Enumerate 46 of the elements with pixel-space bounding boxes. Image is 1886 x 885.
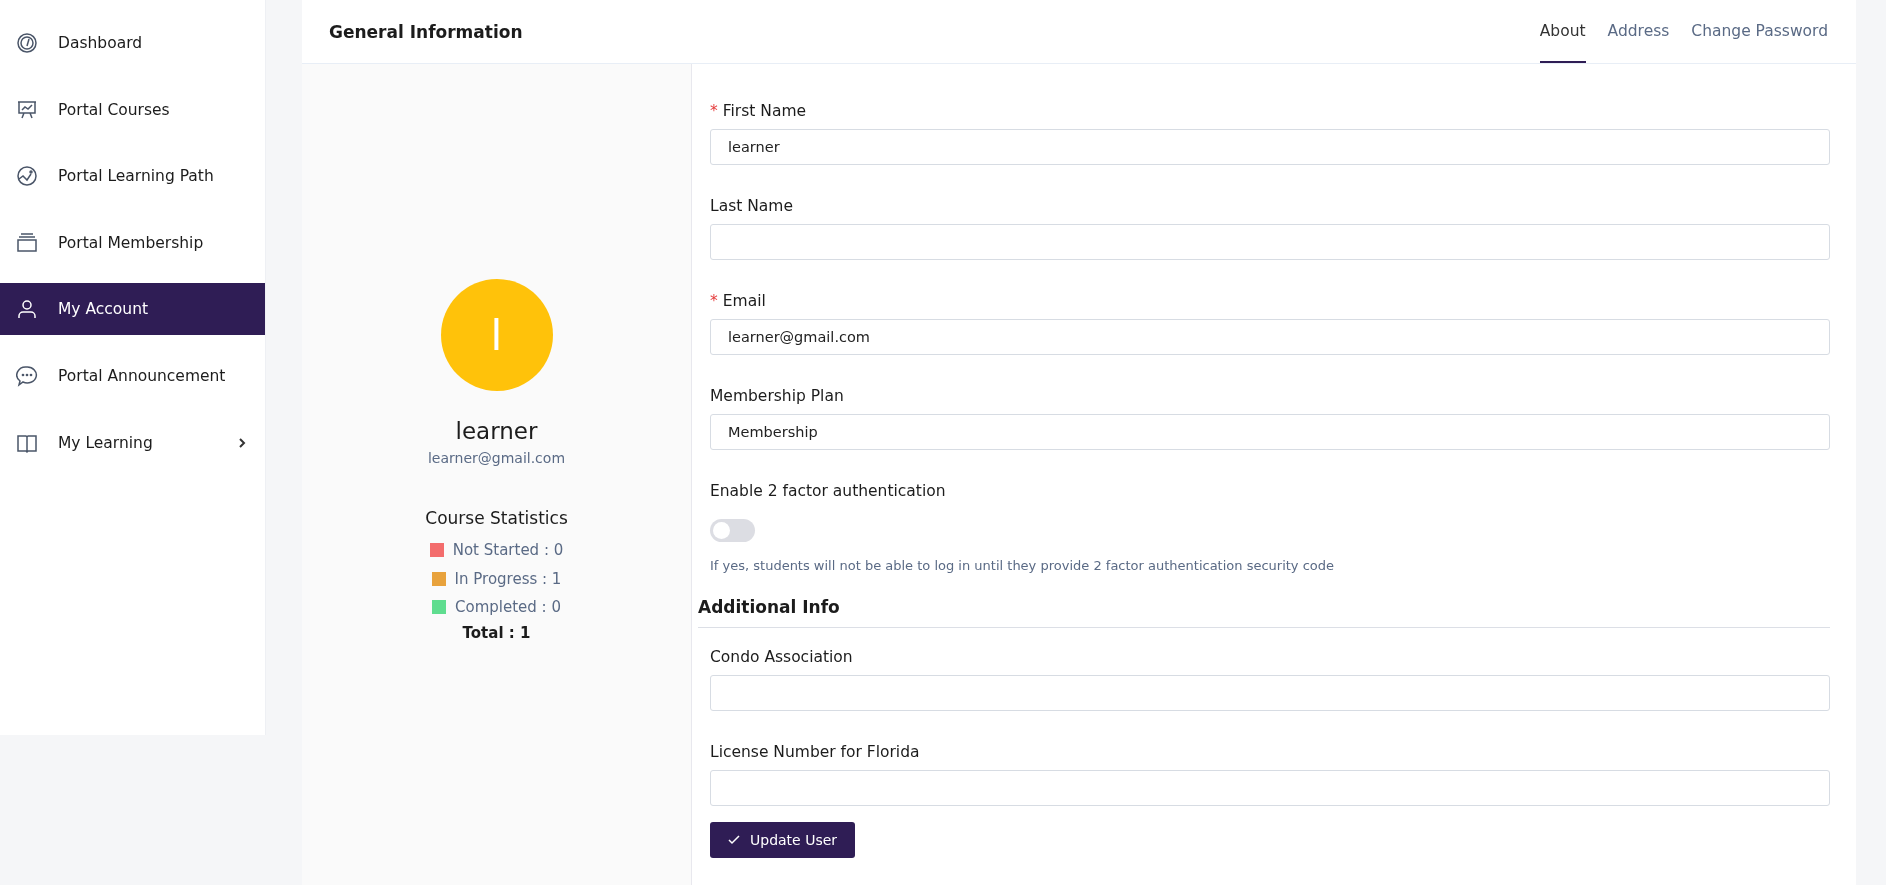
required-mark: * — [710, 292, 718, 310]
user-icon — [16, 298, 38, 321]
field-label: Email — [722, 292, 766, 310]
page-title: General Information — [329, 21, 523, 42]
stat-label: In Progress : 1 — [454, 569, 562, 588]
input-field[interactable]: Membership — [710, 414, 1830, 450]
tab[interactable]: Address — [1607, 0, 1670, 63]
stats-total: Total : 1 — [462, 623, 531, 642]
field-label: Enable 2 factor authentication — [710, 482, 947, 500]
nav-item[interactable]: My Account — [0, 283, 265, 336]
checkmark-icon — [728, 834, 740, 846]
user-email: learner@gmail.com — [427, 450, 566, 466]
field-label: Condo Association — [710, 648, 853, 666]
stats-title: Course Statistics — [425, 508, 568, 528]
required-mark: * — [710, 102, 718, 120]
chevron-icon — [237, 437, 247, 448]
input-field[interactable] — [710, 770, 1830, 806]
section-title: Additional Info — [698, 597, 1830, 628]
stacked-cards-icon — [16, 231, 38, 254]
input-field[interactable]: learner — [710, 129, 1830, 165]
input-field[interactable] — [710, 224, 1830, 260]
nav-item[interactable]: My Learning — [0, 416, 265, 469]
chat-bubble-icon — [16, 364, 38, 387]
stat-label: Not Started : 0 — [452, 541, 564, 560]
stat-label: Completed : 0 — [455, 598, 561, 617]
nav-item[interactable]: Dashboard — [0, 17, 265, 69]
field-label: First Name — [722, 102, 807, 120]
nav-item[interactable]: Portal Membership — [0, 216, 265, 269]
avatar: l — [440, 279, 553, 391]
field-label: Last Name — [710, 197, 793, 215]
update-user-button[interactable]: Update User — [710, 822, 856, 858]
nav-item[interactable]: Portal Learning Path — [0, 150, 265, 203]
nav-item[interactable]: Portal Announcement — [0, 349, 265, 402]
gauge-icon — [16, 32, 38, 54]
hint-text: If yes, students will not be able to log in until they provide 2 factor authentication security code — [710, 558, 1336, 573]
input-field[interactable]: learner@gmail.com — [710, 319, 1830, 355]
toggle-switch[interactable] — [710, 519, 755, 542]
chart-circle-icon — [16, 165, 38, 188]
nav-item[interactable]: Portal Courses — [0, 83, 265, 136]
presentation-board-icon — [16, 98, 38, 121]
field-label: License Number for Florida — [710, 743, 920, 761]
user-name: learner — [455, 418, 538, 444]
tab[interactable]: About — [1539, 0, 1586, 63]
input-field[interactable] — [710, 675, 1830, 711]
field-label: Membership Plan — [710, 387, 844, 405]
tab[interactable]: Change Password — [1691, 0, 1828, 63]
